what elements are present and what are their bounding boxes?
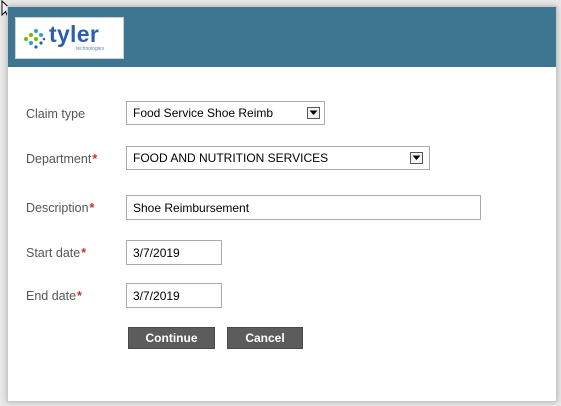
claim-type-label-text: Claim type bbox=[26, 107, 86, 121]
chevron-down-icon[interactable] bbox=[410, 152, 423, 164]
description-value: Shoe Reimbursement bbox=[133, 200, 250, 215]
description-label: Description* bbox=[26, 201, 94, 215]
description-label-text: Description bbox=[26, 201, 89, 215]
app-header: tyler technologies bbox=[8, 7, 556, 67]
cancel-button[interactable]: Cancel bbox=[227, 327, 303, 349]
required-marker: * bbox=[77, 289, 82, 303]
department-select[interactable]: FOOD AND NUTRITION SERVICES bbox=[126, 146, 430, 170]
claim-type-label: Claim type bbox=[26, 107, 85, 121]
required-marker: * bbox=[81, 246, 87, 260]
required-marker: * bbox=[89, 201, 95, 215]
department-value: FOOD AND NUTRITION SERVICES bbox=[133, 151, 329, 165]
logo-wordmark: tyler bbox=[49, 21, 100, 47]
department-label-text: Department bbox=[26, 152, 92, 166]
claim-type-value: Food Service Shoe Reimb bbox=[133, 106, 274, 120]
required-marker: * bbox=[92, 152, 98, 166]
end-date-input[interactable]: 3/7/2019 bbox=[126, 283, 222, 308]
end-date-value: 3/7/2019 bbox=[133, 288, 180, 303]
start-date-value: 3/7/2019 bbox=[133, 245, 180, 260]
chevron-down-icon[interactable] bbox=[307, 107, 320, 119]
continue-button[interactable]: Continue bbox=[128, 327, 215, 349]
tyler-logo[interactable]: tyler technologies bbox=[15, 17, 124, 59]
start-date-label-text: Start date bbox=[26, 246, 81, 260]
department-label: Department* bbox=[26, 152, 97, 166]
tyler-logo-mark-icon bbox=[24, 29, 46, 49]
start-date-input[interactable]: 3/7/2019 bbox=[126, 240, 222, 265]
end-date-label: End date* bbox=[26, 289, 82, 303]
description-input[interactable]: Shoe Reimbursement bbox=[126, 195, 481, 220]
app-window: tyler technologies Claim type Food Servi… bbox=[7, 6, 557, 402]
claim-type-select[interactable]: Food Service Shoe Reimb bbox=[126, 101, 325, 125]
logo-tagline: technologies bbox=[76, 46, 105, 52]
end-date-label-text: End date bbox=[26, 289, 77, 303]
start-date-label: Start date* bbox=[26, 246, 86, 260]
